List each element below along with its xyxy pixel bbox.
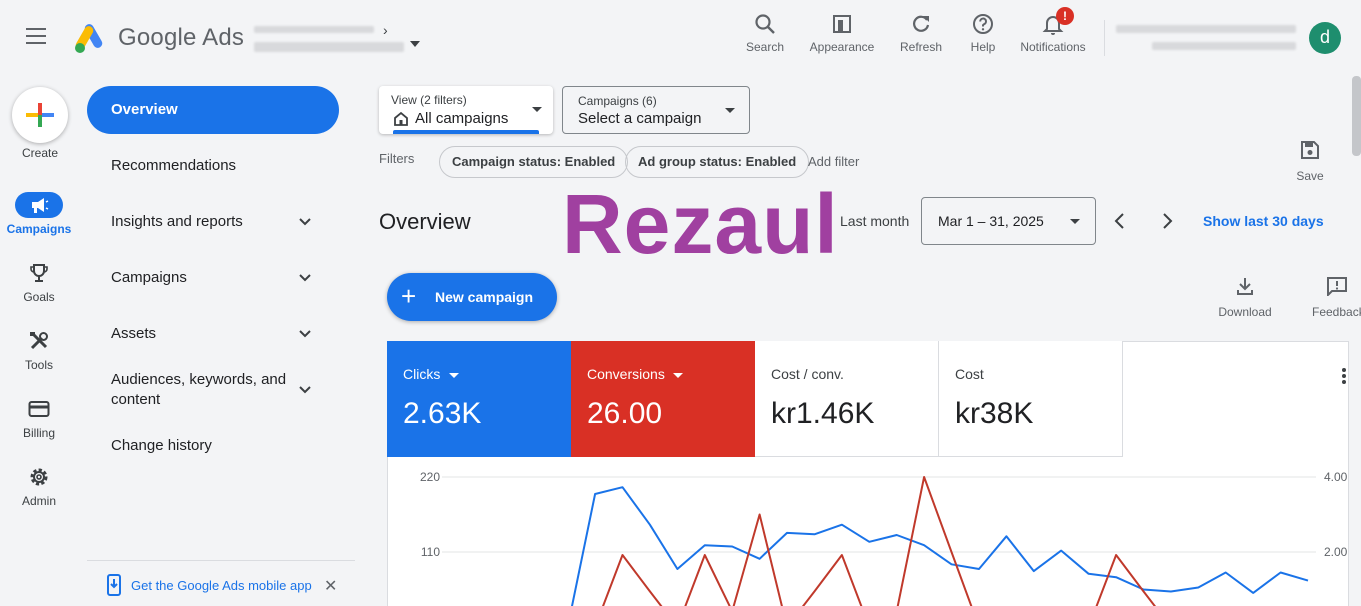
header-divider [1104,20,1105,56]
help-icon [973,14,993,34]
save-icon [1301,141,1319,159]
page-title: Overview [379,209,471,234]
chevron-down-icon[interactable] [298,383,312,397]
add-filter-button[interactable]: Add filter [808,154,859,169]
avatar[interactable]: d [1309,22,1341,54]
tools-icon [30,332,48,350]
dropdown-arrow-icon [449,373,459,378]
plus-icon: + [401,281,417,311]
scorecard-conversions[interactable]: Conversions 26.00 [571,341,755,457]
y-right-tick-label: 4.00 [1324,470,1348,484]
nav-item-change-history[interactable]: Change history [111,436,321,456]
dropdown-arrow-icon [673,373,683,378]
new-campaign-button[interactable]: + New campaign [387,273,557,321]
feedback-icon [1327,277,1347,298]
chevron-down-icon[interactable] [298,327,312,341]
rail-item-tools[interactable]: Tools [0,328,78,372]
mobile-app-link[interactable]: Get the Google Ads mobile app [106,574,312,599]
dropdown-arrow-icon [725,108,735,113]
account-dropdown-icon[interactable] [410,41,420,47]
megaphone-icon [32,198,49,213]
gear-icon [30,468,48,486]
show-last-30-days-link[interactable]: Show last 30 days [1203,213,1324,229]
nav-item-assets[interactable]: Assets [111,324,321,344]
date-range-picker[interactable]: Mar 1 – 31, 2025 [921,197,1096,245]
rail-item-campaigns[interactable]: Campaigns [0,192,78,236]
refresh-button[interactable]: Refresh [897,12,945,54]
feedback-button[interactable]: Feedback [1312,276,1361,319]
home-icon [394,111,408,126]
watermark-text: Rezaul [562,177,839,271]
appearance-button[interactable]: Appearance [806,12,878,54]
chevron-down-icon[interactable] [298,215,312,229]
create-button[interactable] [12,87,68,143]
refresh-icon [913,15,930,32]
y-right-tick-label: 2.00 [1324,545,1348,559]
performance-chart: 220 110 4.00 2.00 [420,470,1348,606]
more-options-icon[interactable] [1342,368,1348,388]
filter-chip-campaign-status[interactable]: Campaign status: Enabled [439,146,629,178]
create-label: Create [21,146,59,160]
brand-name: Google Ads [118,24,245,51]
chevron-down-icon[interactable] [298,271,312,285]
credit-card-icon [28,401,50,417]
google-ads-logo [75,24,103,53]
top-app-bar: Google Ads › Search Appearance Refresh H… [0,0,1361,76]
nav-item-insights-and-reports[interactable]: Insights and reports [111,212,321,232]
search-button[interactable]: Search [744,12,786,54]
view-selector[interactable]: View (2 filters) All campaigns [379,86,553,134]
rail-item-billing[interactable]: Billing [0,396,78,440]
help-button[interactable]: Help [966,12,1000,54]
account-chevron-right-icon[interactable]: › [383,22,388,38]
rail-item-admin[interactable]: Admin [0,464,78,508]
close-icon[interactable]: ✕ [324,576,337,596]
scrollbar[interactable] [1352,76,1361,156]
nav-item-campaigns[interactable]: Campaigns [111,268,321,288]
account-info[interactable] [1116,20,1300,54]
nav-divider [87,560,355,561]
trophy-icon [30,264,48,282]
nav-item-recommendations[interactable]: Recommendations [111,156,321,176]
main-menu-icon[interactable] [26,28,52,48]
chevron-right-icon[interactable] [1156,210,1178,232]
campaign-selector[interactable]: Campaigns (6) Select a campaign [562,86,750,134]
chevron-left-icon[interactable] [1109,210,1131,232]
search-icon [755,14,775,34]
y-left-tick-label: 220 [420,470,440,484]
series-line-clicks [571,486,1309,606]
scorecard-cost-per-conversion[interactable]: Cost / conv. kr1.46K [755,341,939,457]
account-selector[interactable] [252,20,422,60]
phone-download-icon [107,574,121,596]
rail-item-goals[interactable]: Goals [0,260,78,304]
appearance-icon [833,15,851,33]
scorecard-clicks[interactable]: Clicks 2.63K [387,341,571,457]
nav-item-audiences[interactable]: Audiences, keywords, and content [111,370,295,410]
notification-badge: ! [1056,7,1074,25]
dropdown-arrow-icon [532,107,542,112]
scorecard-cost[interactable]: Cost kr38K [939,341,1123,457]
date-preset-label: Last month [840,213,910,229]
filters-label: Filters [379,151,415,166]
plus-icon [26,103,54,127]
nav-item-overview[interactable]: Overview [87,86,339,134]
y-left-tick-label: 110 [421,545,440,559]
filter-chip-ad-group-status[interactable]: Ad group status: Enabled [625,146,810,178]
view-active-indicator [393,130,539,134]
download-icon [1237,278,1253,295]
download-button[interactable]: Download [1212,276,1278,319]
notifications-button[interactable]: Notifications [1014,12,1092,54]
save-button[interactable]: Save [1290,140,1330,183]
dropdown-arrow-icon [1070,219,1080,224]
